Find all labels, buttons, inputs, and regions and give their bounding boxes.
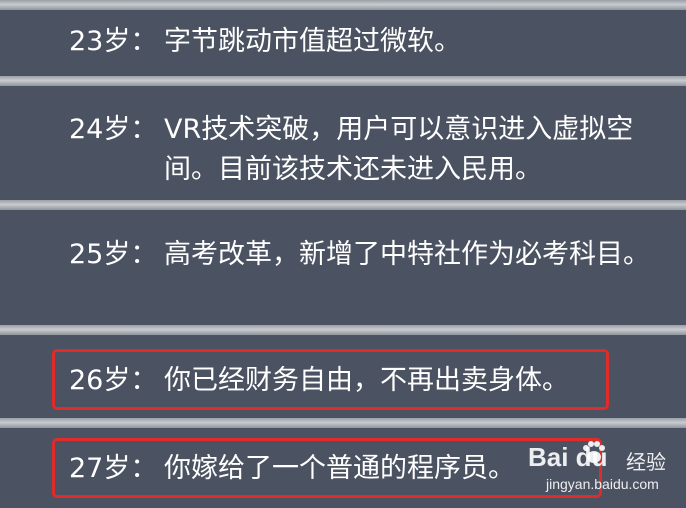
separator-bar bbox=[0, 418, 686, 428]
entry-text: 高考改革，新增了中特社作为必考科目。 bbox=[164, 239, 650, 270]
timeline-entry-23: 23岁： 字节跳动市值超过微软。 bbox=[0, 22, 686, 62]
separator-bar bbox=[0, 200, 686, 210]
separator-bar bbox=[0, 76, 686, 86]
timeline-entry-26: 26岁： 你已经财务自由，不再出卖身体。 bbox=[0, 361, 686, 401]
separator-bar bbox=[0, 0, 686, 10]
entry-text: VR技术突破，用户可以意识进入虚拟空间。目前该技术还未进入民用。 bbox=[164, 114, 634, 185]
entry-age: 25岁： bbox=[69, 239, 158, 270]
timeline-entry-24: 24岁： VR技术突破，用户可以意识进入虚拟空间。目前该技术还未进入民用。 bbox=[0, 110, 686, 190]
separator-bar bbox=[0, 325, 686, 335]
entry-age: 23岁： bbox=[69, 26, 158, 57]
life-timeline-screen: 23岁： 字节跳动市值超过微软。 24岁： VR技术突破，用户可以意识进入虚拟空… bbox=[0, 0, 686, 508]
entry-age: 27岁： bbox=[69, 453, 158, 484]
entry-age: 24岁： bbox=[69, 114, 158, 145]
watermark-cn: 经验 bbox=[626, 450, 666, 474]
entry-text: 字节跳动市值超过微软。 bbox=[164, 26, 461, 57]
timeline-entry-25: 25岁： 高考改革，新增了中特社作为必考科目。 bbox=[0, 235, 686, 315]
entry-text: 你已经财务自由，不再出卖身体。 bbox=[164, 365, 569, 396]
baidu-jingyan-watermark: Bai du 经验 jingyan.baidu.com bbox=[528, 441, 678, 498]
paw-icon bbox=[583, 441, 605, 463]
entry-age: 26岁： bbox=[69, 365, 158, 396]
watermark-url: jingyan.baidu.com bbox=[546, 476, 659, 492]
